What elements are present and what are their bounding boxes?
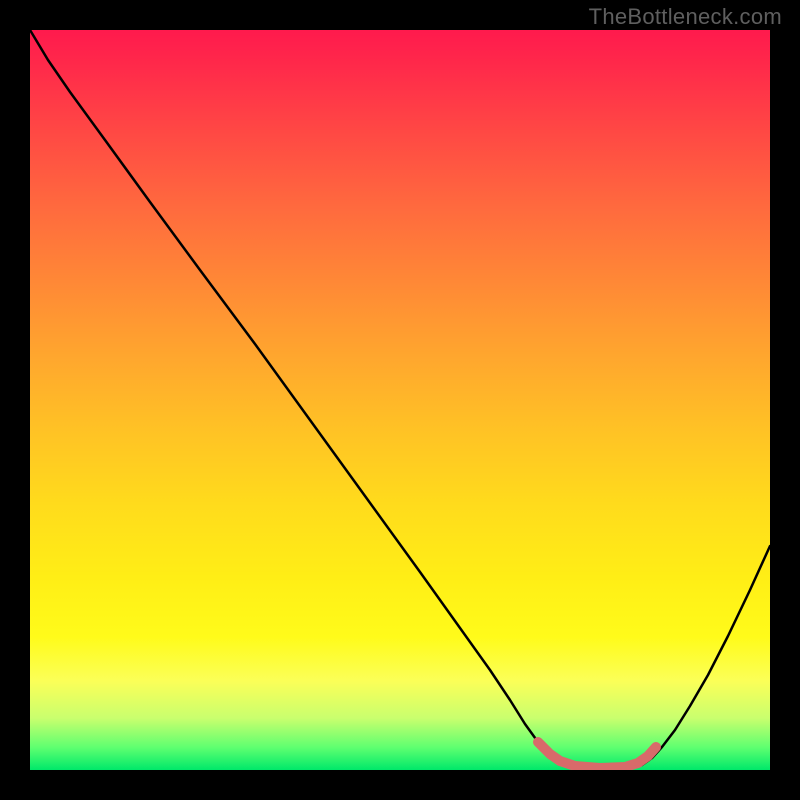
plot-area bbox=[30, 30, 770, 770]
bottleneck-curve bbox=[30, 30, 770, 769]
optimal-range-highlight bbox=[538, 742, 656, 768]
watermark-text: TheBottleneck.com bbox=[589, 4, 782, 30]
chart-frame: TheBottleneck.com bbox=[0, 0, 800, 800]
chart-svg bbox=[30, 30, 770, 770]
